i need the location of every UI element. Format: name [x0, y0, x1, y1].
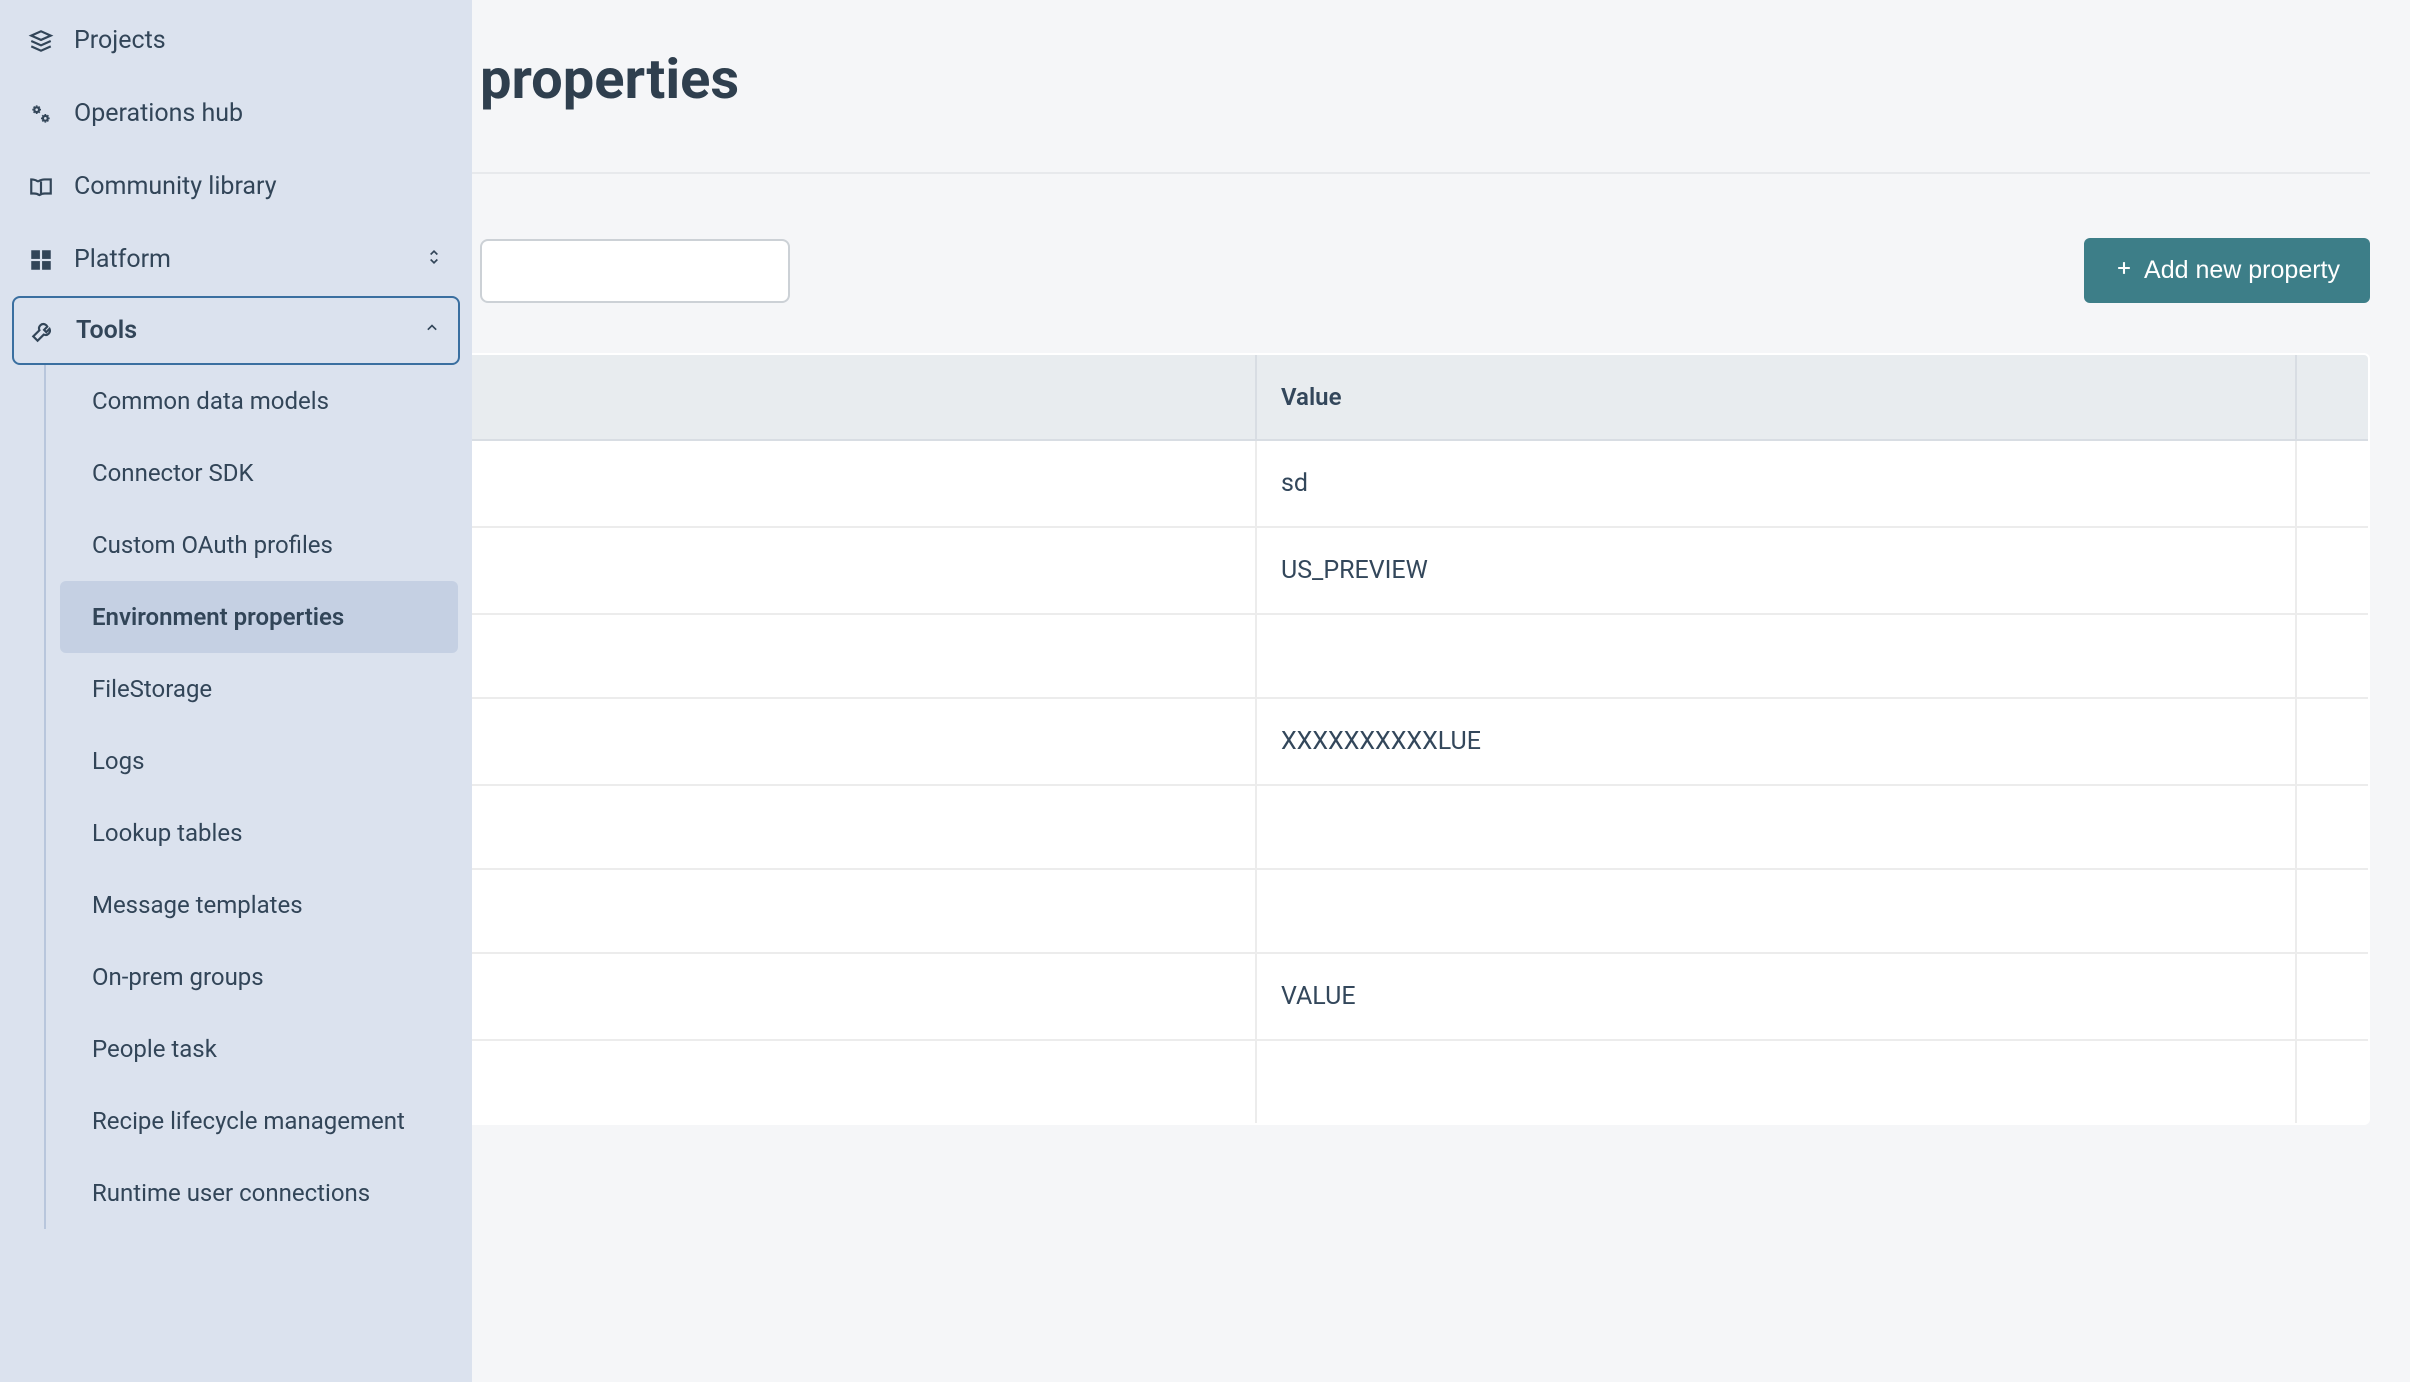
cell-value [1256, 1040, 2296, 1124]
wrench-icon [30, 318, 56, 344]
cell-actions [2296, 440, 2369, 527]
sidebar-item-label: Platform [74, 245, 171, 274]
submenu-item-runtime-user-connections[interactable]: Runtime user connections [60, 1157, 472, 1229]
cell-actions [2296, 1040, 2369, 1124]
submenu-label: Logs [92, 747, 144, 775]
submenu-label: Message templates [92, 891, 303, 919]
submenu-label: Custom OAuth profiles [92, 531, 333, 559]
sidebar-item-tools[interactable]: Tools [12, 296, 460, 365]
book-icon [28, 174, 54, 200]
grid-icon [28, 247, 54, 273]
sidebar-item-label: Projects [74, 26, 166, 55]
submenu-item-environment-properties[interactable]: Environment properties [60, 581, 458, 653]
chevron-updown-icon [424, 245, 444, 274]
sidebar-item-operations-hub[interactable]: Operations hub [0, 77, 472, 150]
sidebar-item-projects[interactable]: Projects [0, 4, 472, 77]
tools-submenu: Common data models Connector SDK Custom … [44, 365, 472, 1229]
submenu-item-custom-oauth-profiles[interactable]: Custom OAuth profiles [60, 509, 472, 581]
column-header-actions [2296, 354, 2369, 440]
sidebar-item-community-library[interactable]: Community library [0, 150, 472, 223]
sidebar: Projects Operations hub Community librar… [0, 0, 472, 1382]
gears-icon [28, 101, 54, 127]
submenu-label: FileStorage [92, 675, 212, 703]
submenu-label: Connector SDK [92, 459, 254, 487]
submenu-item-lookup-tables[interactable]: Lookup tables [60, 797, 472, 869]
submenu-label: Environment properties [92, 603, 344, 631]
sidebar-item-label: Operations hub [74, 99, 243, 128]
submenu-item-people-task[interactable]: People task [60, 1013, 472, 1085]
search-input[interactable] [480, 239, 790, 303]
sidebar-item-label: Community library [74, 172, 277, 201]
add-new-property-button[interactable]: Add new property [2084, 238, 2370, 303]
add-button-label: Add new property [2144, 256, 2340, 285]
cell-value: XXXXXXXXXXLUE [1256, 698, 2296, 785]
stack-icon [28, 28, 54, 54]
cell-actions [2296, 869, 2369, 953]
cell-actions [2296, 614, 2369, 698]
submenu-item-common-data-models[interactable]: Common data models [60, 365, 472, 437]
submenu-item-message-templates[interactable]: Message templates [60, 869, 472, 941]
submenu-label: Recipe lifecycle management [92, 1107, 405, 1135]
submenu-label: Lookup tables [92, 819, 242, 847]
cell-actions [2296, 785, 2369, 869]
cell-value: sd [1256, 440, 2296, 527]
cell-value [1256, 785, 2296, 869]
sidebar-item-label: Tools [76, 316, 137, 345]
submenu-label: On-prem groups [92, 963, 264, 991]
submenu-item-recipe-lifecycle-management[interactable]: Recipe lifecycle management [60, 1085, 472, 1157]
sidebar-item-platform[interactable]: Platform [0, 223, 472, 296]
submenu-item-logs[interactable]: Logs [60, 725, 472, 797]
cell-actions [2296, 953, 2369, 1040]
submenu-label: People task [92, 1035, 217, 1063]
submenu-label: Runtime user connections [92, 1179, 370, 1207]
cell-value: US_PREVIEW [1256, 527, 2296, 614]
submenu-item-on-prem-groups[interactable]: On-prem groups [60, 941, 472, 1013]
submenu-item-connector-sdk[interactable]: Connector SDK [60, 437, 472, 509]
chevron-up-icon [422, 316, 442, 345]
plus-icon [2114, 256, 2134, 285]
cell-value [1256, 614, 2296, 698]
cell-value: VALUE [1256, 953, 2296, 1040]
submenu-item-filestorage[interactable]: FileStorage [60, 653, 472, 725]
cell-actions [2296, 698, 2369, 785]
cell-actions [2296, 527, 2369, 614]
submenu-label: Common data models [92, 387, 329, 415]
column-header-value: Value [1256, 354, 2296, 440]
cell-value [1256, 869, 2296, 953]
